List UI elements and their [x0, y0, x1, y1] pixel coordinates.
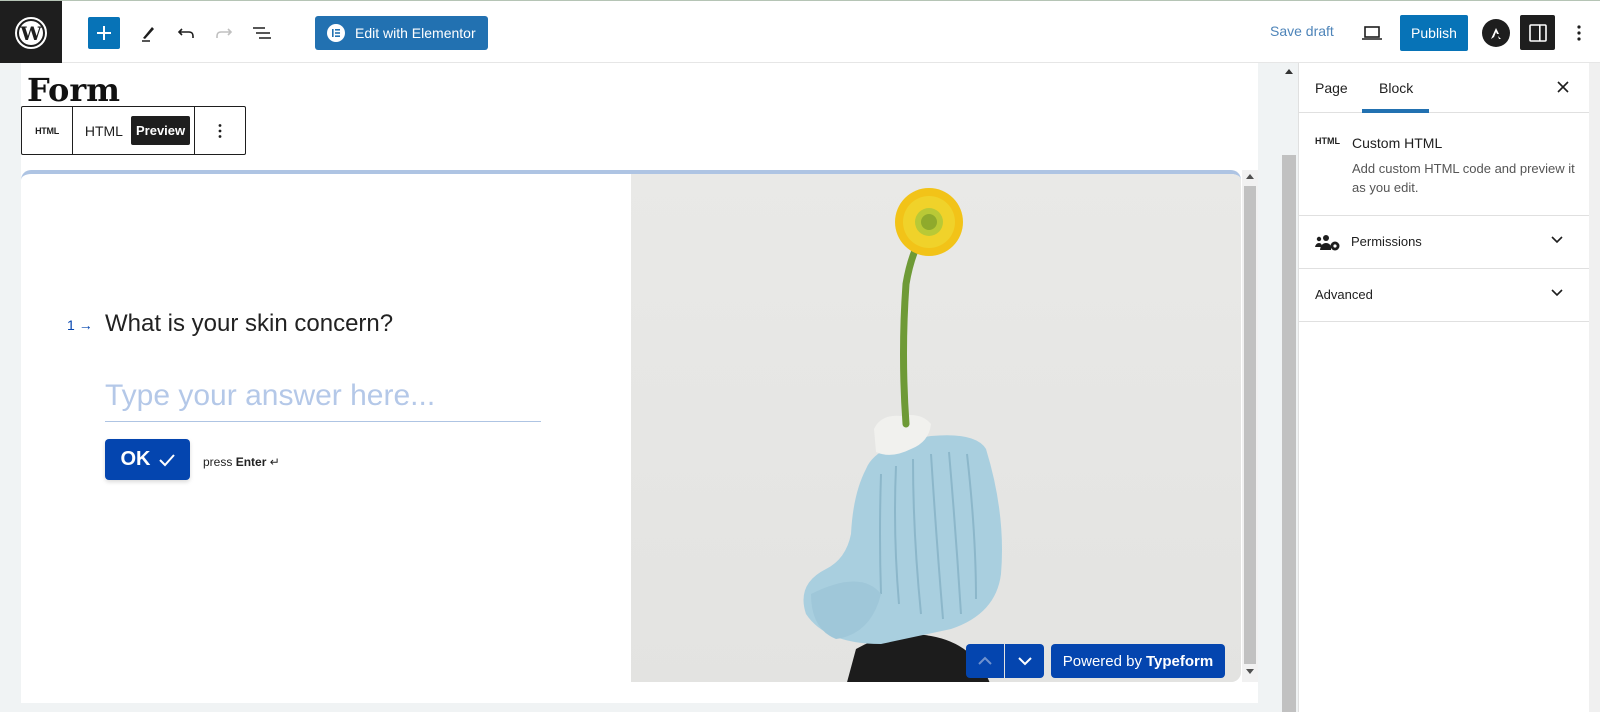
permissions-panel-toggle[interactable]: Permissions [1299, 216, 1589, 269]
enter-key-icon: ↵ [269, 455, 280, 469]
typeform-image [631, 174, 1241, 682]
chevron-down-icon [1017, 657, 1032, 666]
more-vertical-icon [1577, 25, 1581, 41]
sidebar-toggle-icon [1528, 23, 1547, 42]
settings-sidebar: Page Block HTML Custom HTML Add custom H… [1298, 63, 1589, 712]
tab-page[interactable]: Page [1315, 80, 1348, 96]
elementor-label: Edit with Elementor [355, 25, 476, 41]
editor-canvas: Form HTML HTML Preview 1 → What is your … [21, 63, 1258, 703]
svg-text:W: W [19, 23, 42, 45]
block-type-button[interactable]: HTML [22, 107, 73, 154]
block-card: HTML Custom HTML Add custom HTML code an… [1299, 113, 1589, 216]
arrow-right-icon: → [78, 317, 93, 333]
pencil-icon [142, 27, 154, 42]
scroll-down-arrow-icon[interactable] [1246, 669, 1254, 674]
sidebar-scrollbar[interactable] [1589, 63, 1600, 712]
users-gear-icon [1315, 235, 1340, 251]
settings-toggle-button[interactable] [1520, 15, 1555, 50]
chevron-down-icon [1551, 289, 1563, 297]
powered-by-typeform-link[interactable]: Powered by Typeform [1051, 644, 1225, 678]
html-preview-switch: HTML Preview [73, 107, 195, 154]
edit-with-elementor-button[interactable]: Edit with Elementor [315, 16, 488, 50]
question-number: 1 → [67, 317, 93, 333]
laptop-icon [1362, 26, 1382, 40]
flower-sculpture-image [631, 174, 1241, 682]
block-options-button[interactable] [195, 107, 245, 154]
typeform-embed: 1 → What is your skin concern? OK press … [21, 170, 1241, 682]
question-text: What is your skin concern? [105, 310, 394, 337]
next-question-button[interactable] [1005, 644, 1044, 678]
undo-icon [177, 28, 194, 38]
plus-icon [97, 26, 111, 40]
html-block-icon: HTML [1315, 136, 1340, 146]
html-block-icon: HTML [35, 125, 59, 136]
more-vertical-icon [218, 123, 222, 138]
ok-button[interactable]: OK [105, 439, 190, 480]
close-icon [1557, 81, 1569, 93]
redo-icon [216, 28, 233, 38]
astra-button[interactable] [1482, 19, 1510, 47]
block-toolbar: HTML HTML Preview [21, 106, 246, 155]
preview-button[interactable] [1360, 21, 1384, 45]
editor-top-bar: W Edit with Elementor Save draft Publish [0, 0, 1600, 64]
publish-button[interactable]: Publish [1400, 15, 1468, 51]
press-enter-hint: press Enter ↵ [203, 455, 280, 469]
close-sidebar-button[interactable] [1553, 77, 1573, 97]
chevron-up-icon [978, 656, 992, 665]
add-block-button[interactable] [88, 17, 120, 49]
answer-input[interactable] [105, 370, 541, 422]
options-menu-button[interactable] [1570, 19, 1588, 47]
chevron-down-icon [1551, 236, 1563, 244]
block-description: Add custom HTML code and preview it as y… [1352, 161, 1575, 195]
list-view-icon [253, 27, 271, 39]
scroll-up-arrow-icon[interactable] [1246, 174, 1254, 179]
save-draft-button[interactable]: Save draft [1270, 23, 1334, 39]
tab-block[interactable]: Block [1379, 80, 1413, 96]
undo-button[interactable] [174, 21, 198, 45]
page-title[interactable]: Form [27, 71, 120, 109]
scroll-up-arrow-icon[interactable] [1285, 69, 1293, 74]
block-title: Custom HTML [1352, 135, 1443, 151]
astra-logo-icon [1491, 28, 1501, 39]
previous-question-button[interactable] [966, 644, 1004, 678]
elementor-icon [327, 24, 345, 42]
advanced-label: Advanced [1315, 287, 1373, 302]
html-tab[interactable]: HTML [77, 123, 131, 139]
preview-tab[interactable]: Preview [130, 116, 191, 145]
wordpress-logo-button[interactable]: W [0, 1, 62, 64]
list-view-button[interactable] [250, 21, 274, 45]
embed-scrollbar[interactable] [1242, 170, 1258, 682]
redo-button[interactable] [212, 21, 236, 45]
wordpress-logo-icon: W [15, 16, 47, 49]
ok-label: OK [120, 448, 151, 470]
advanced-panel-toggle[interactable]: Advanced [1299, 269, 1589, 322]
checkmark-icon [158, 453, 175, 466]
editor-canvas-area: Form HTML HTML Preview 1 → What is your … [0, 63, 1296, 712]
permissions-label: Permissions [1351, 234, 1422, 249]
embed-scrollbar-thumb[interactable] [1244, 186, 1256, 664]
canvas-scrollbar-thumb[interactable] [1282, 155, 1296, 712]
sidebar-tabs: Page Block [1299, 63, 1589, 113]
tools-button[interactable] [136, 21, 160, 45]
